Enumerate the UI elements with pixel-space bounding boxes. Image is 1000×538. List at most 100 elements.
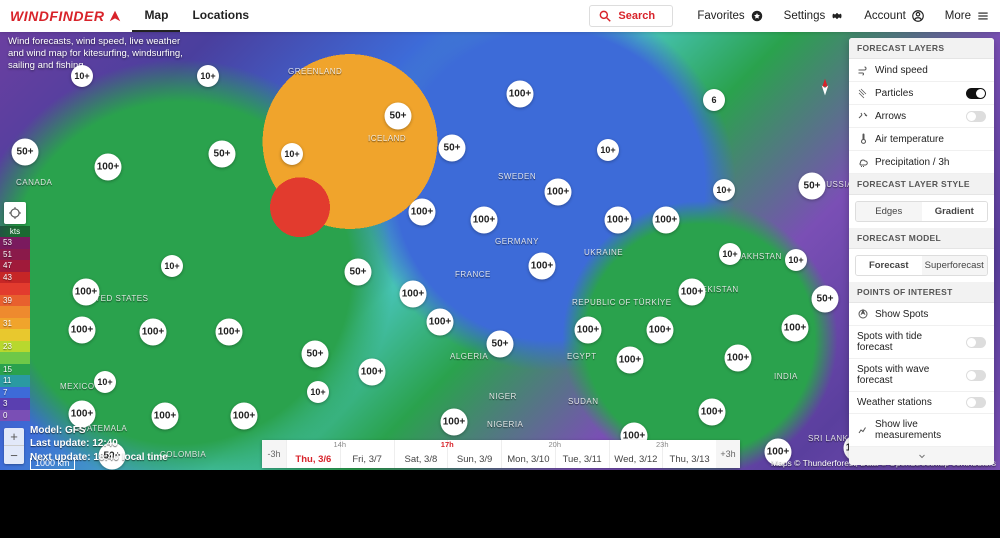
cluster-bubble[interactable]: 50+ [345, 259, 372, 286]
cluster-bubble[interactable]: 100+ [427, 309, 454, 336]
account-button[interactable]: Account [854, 9, 935, 23]
cluster-bubble[interactable]: 10+ [197, 65, 219, 87]
toggle-wave[interactable] [966, 370, 986, 381]
scale-row: 47 [0, 260, 30, 272]
time-prev[interactable]: -3h [262, 440, 286, 468]
compass-icon[interactable] [815, 77, 835, 97]
cluster-bubble[interactable]: 10+ [785, 249, 807, 271]
model-superforecast[interactable]: Superforecast [922, 256, 988, 275]
cluster-bubble[interactable]: 100+ [400, 281, 427, 308]
cluster-bubble[interactable]: 10+ [713, 179, 735, 201]
nav-map[interactable]: Map [132, 0, 180, 32]
cluster-bubble[interactable]: 10+ [597, 139, 619, 161]
layer-wind-speed[interactable]: Wind speed [849, 59, 994, 82]
cluster-bubble[interactable]: 50+ [812, 286, 839, 313]
cluster-bubble[interactable]: 100+ [409, 199, 436, 226]
cluster-bubble[interactable]: 100+ [605, 207, 632, 234]
locate-button[interactable] [4, 202, 26, 224]
timeline-hour[interactable]: 23h [609, 440, 717, 450]
cluster-bubble[interactable]: 10+ [94, 371, 116, 393]
toggle-stations[interactable] [966, 397, 986, 408]
timeline-hour[interactable]: 17h [394, 440, 502, 450]
cluster-bubble[interactable]: 50+ [12, 139, 39, 166]
cluster-bubble[interactable]: 100+ [231, 403, 258, 430]
layer-arrows[interactable]: Arrows [849, 105, 994, 128]
settings-button[interactable]: Settings [774, 9, 855, 23]
poi-show-spots[interactable]: Show Spots [849, 303, 994, 326]
cluster-bubble[interactable]: 10+ [719, 243, 741, 265]
country-label: NIGERIA [487, 420, 523, 429]
cluster-bubble[interactable]: 10+ [281, 143, 303, 165]
brand-logo[interactable]: WINDFINDER [0, 8, 132, 24]
layer-precip[interactable]: Precipitation / 3h [849, 151, 994, 174]
cluster-bubble[interactable]: 100+ [359, 359, 386, 386]
style-edges[interactable]: Edges [856, 202, 922, 221]
cluster-bubble[interactable]: 6 [703, 89, 725, 111]
layer-air-temp[interactable]: Air temperature [849, 128, 994, 151]
cluster-bubble[interactable]: 50+ [799, 173, 826, 200]
cluster-bubble[interactable]: 100+ [95, 154, 122, 181]
cluster-bubble[interactable]: 100+ [507, 81, 534, 108]
search-box[interactable]: Search [589, 5, 673, 27]
toggle-tide[interactable] [966, 337, 986, 348]
cluster-bubble[interactable]: 50+ [302, 341, 329, 368]
favorites-button[interactable]: Favorites [687, 9, 773, 23]
zoom-out-button[interactable]: − [4, 446, 24, 464]
cluster-bubble[interactable]: 100+ [545, 179, 572, 206]
timeline-hour[interactable]: 14h [286, 440, 394, 450]
poi-stations[interactable]: Weather stations [849, 392, 994, 414]
layer-particles[interactable]: Particles [849, 82, 994, 105]
cluster-bubble[interactable]: 10+ [307, 381, 329, 403]
scale-bar: 1000 km [30, 458, 75, 470]
cluster-bubble[interactable]: 100+ [653, 207, 680, 234]
style-gradient[interactable]: Gradient [922, 202, 988, 221]
time-next[interactable]: +3h [716, 440, 740, 468]
panel-head-poi: POINTS OF INTEREST [849, 282, 994, 303]
cluster-bubble[interactable]: 100+ [69, 317, 96, 344]
cluster-bubble[interactable]: 100+ [617, 347, 644, 374]
cluster-bubble[interactable]: 50+ [209, 141, 236, 168]
cluster-bubble[interactable]: 100+ [699, 399, 726, 426]
toggle-particles[interactable] [966, 88, 986, 99]
topbar: WINDFINDER Map Locations Search Favorite… [0, 0, 1000, 32]
cluster-bubble[interactable]: 100+ [725, 345, 752, 372]
cluster-bubble[interactable]: 10+ [161, 255, 183, 277]
cluster-bubble[interactable]: 10+ [71, 65, 93, 87]
main-nav: Map Locations [132, 0, 261, 32]
cluster-bubble[interactable]: 100+ [575, 317, 602, 344]
cluster-bubble[interactable]: 100+ [471, 207, 498, 234]
poi-tide[interactable]: Spots with tide forecast [849, 326, 994, 359]
cluster-bubble[interactable]: 100+ [216, 319, 243, 346]
panel-collapse[interactable] [849, 447, 994, 465]
poi-wave[interactable]: Spots with wave forecast [849, 359, 994, 392]
star-icon [750, 9, 764, 23]
thermometer-icon [857, 133, 869, 145]
cluster-bubble[interactable]: 100+ [647, 317, 674, 344]
country-label: UKRAINE [584, 248, 623, 257]
cluster-bubble[interactable]: 50+ [385, 103, 412, 130]
country-label: INDIA [774, 372, 798, 381]
country-label: ICELAND [368, 134, 406, 143]
nav-locations[interactable]: Locations [180, 0, 261, 32]
cluster-bubble[interactable]: 50+ [487, 331, 514, 358]
scale-row: 15 [0, 364, 30, 376]
cluster-bubble[interactable]: 50+ [439, 135, 466, 162]
cluster-bubble[interactable]: 100+ [441, 409, 468, 436]
poi-live[interactable]: Show live measurements [849, 414, 994, 447]
cluster-bubble[interactable]: 100+ [529, 253, 556, 280]
cluster-bubble[interactable]: 100+ [140, 319, 167, 346]
zoom-in-button[interactable]: + [4, 428, 24, 446]
cluster-bubble[interactable]: 100+ [73, 279, 100, 306]
more-button[interactable]: More [935, 9, 1000, 23]
timeline-hour[interactable]: 20h [501, 440, 609, 450]
model-forecast[interactable]: Forecast [856, 256, 922, 275]
country-label: GERMANY [495, 237, 539, 246]
country-label: SWEDEN [498, 172, 536, 181]
scale-row: 3 [0, 398, 30, 410]
toggle-arrows[interactable] [966, 111, 986, 122]
scale-row: 23 [0, 341, 30, 353]
cluster-bubble[interactable]: 100+ [679, 279, 706, 306]
scale-row [0, 306, 30, 318]
timeline-days: 14h17h20h23h Thu, 3/6Fri, 3/7Sat, 3/8Sun… [286, 440, 716, 468]
cluster-bubble[interactable]: 100+ [782, 315, 809, 342]
